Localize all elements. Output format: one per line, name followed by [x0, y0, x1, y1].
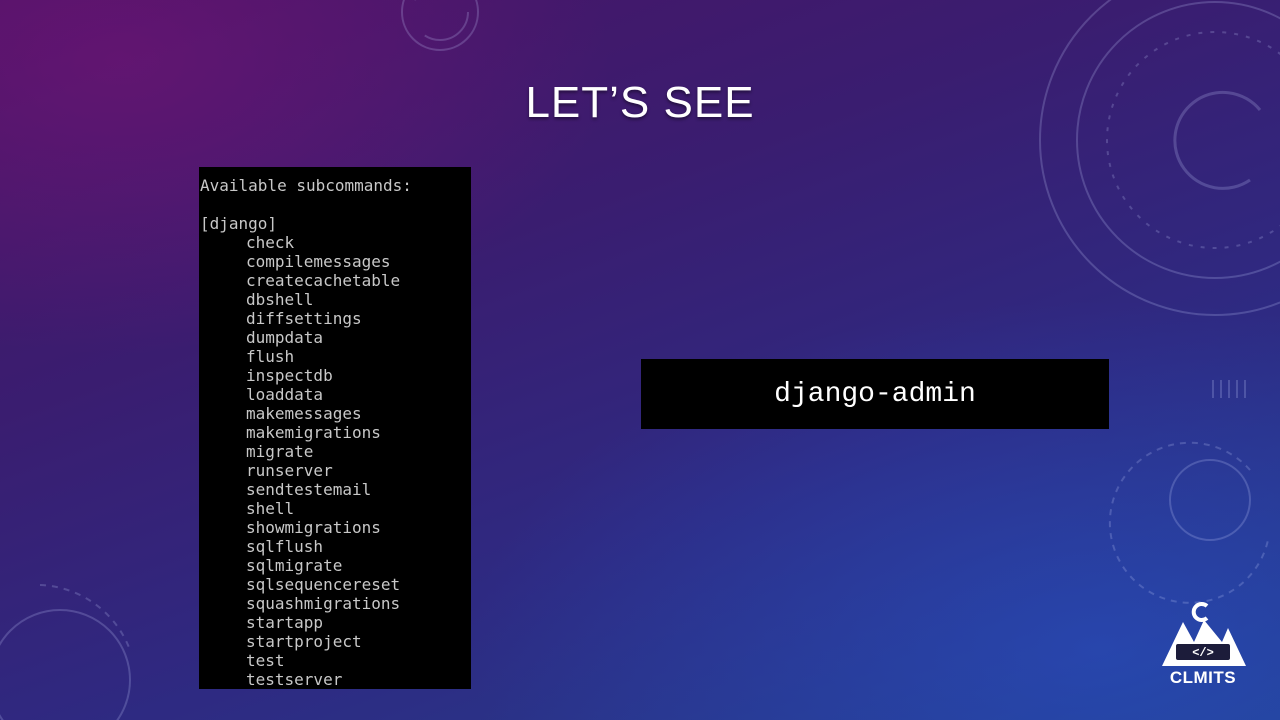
subcommand-item: createcachetable — [246, 271, 401, 290]
decor-ring-top — [401, 0, 479, 51]
subcommand-item: flush — [246, 347, 295, 366]
decor-ring-bottom-left — [0, 609, 131, 720]
subcommand-list: check compilemessages createcachetable d… — [246, 233, 400, 689]
subcommand-item: sqlmigrate — [246, 556, 343, 575]
command-box: django-admin — [641, 359, 1109, 429]
decor-ring-large-mid — [1076, 1, 1280, 279]
decor-arc-bottom-left — [39, 584, 131, 651]
subcommand-item: loaddata — [246, 385, 324, 404]
subcommand-item: runserver — [246, 461, 333, 480]
subcommand-item: startapp — [246, 613, 324, 632]
subcommand-item: testserver — [246, 670, 343, 689]
decor-ring-bottom-right — [1169, 459, 1251, 541]
clmits-logo: </> CLMITS — [1158, 598, 1248, 693]
logo-text: CLMITS — [1169, 668, 1237, 687]
terminal-group-label: [django] — [200, 214, 278, 233]
decor-ring-large-outer — [1039, 0, 1280, 316]
code-mountains-icon: </> — [1162, 602, 1246, 666]
subcommand-item: compilemessages — [246, 252, 391, 271]
subcommand-item: sqlsequencereset — [246, 575, 401, 594]
subcommand-item: diffsettings — [246, 309, 362, 328]
subcommand-item: inspectdb — [246, 366, 333, 385]
subcommand-item: makemigrations — [246, 423, 381, 442]
command-text: django-admin — [774, 378, 976, 410]
slide-title: LET’S SEE — [525, 78, 755, 127]
subcommand-item: sqlflush — [246, 537, 324, 556]
decor-ring-large-inner — [1106, 31, 1280, 249]
subcommand-item: dumpdata — [246, 328, 324, 347]
decor-ring-top-inner — [411, 0, 469, 41]
decor-arc-bottom-right — [1108, 441, 1269, 604]
subcommand-item: test — [246, 651, 285, 670]
subcommand-item: showmigrations — [246, 518, 381, 537]
subcommand-item: squashmigrations — [246, 594, 401, 613]
subcommand-item: dbshell — [246, 290, 314, 309]
subcommand-item: check — [246, 233, 295, 252]
svg-text:</>: </> — [1192, 646, 1214, 660]
subcommand-item: startproject — [246, 632, 362, 651]
subcommand-item: migrate — [246, 442, 314, 461]
slide: LET’S SEE Available subcommands: [django… — [0, 0, 1280, 720]
terminal-header: Available subcommands: — [200, 176, 412, 195]
subcommand-item: makemessages — [246, 404, 362, 423]
terminal-screenshot: Available subcommands: [django] check co… — [199, 167, 471, 689]
subcommand-item: shell — [246, 499, 295, 518]
subcommand-item: sendtestemail — [246, 480, 372, 499]
